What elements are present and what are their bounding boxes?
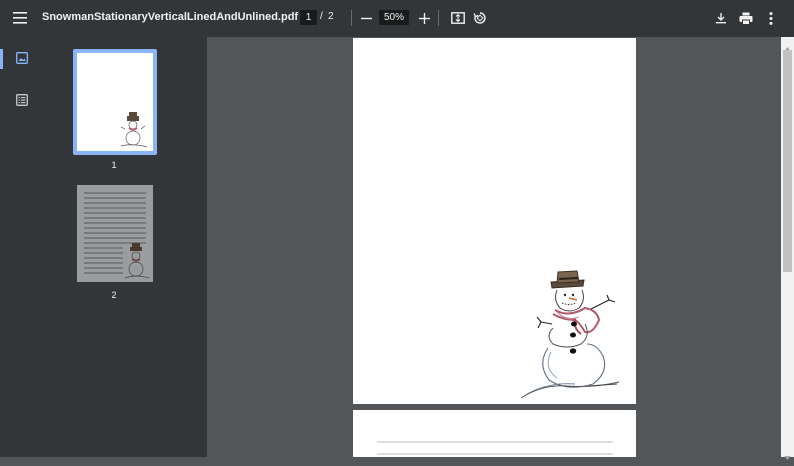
- file-name: SnowmanStationaryVerticalLinedAndUnlined…: [42, 11, 299, 23]
- thumbnails-icon[interactable]: [12, 48, 32, 68]
- scroll-up-arrow-icon[interactable]: [784, 39, 791, 51]
- page-separator: /: [320, 11, 323, 22]
- thumbnail-label-2: 2: [111, 290, 117, 300]
- download-icon[interactable]: [707, 4, 735, 32]
- hamburger-menu-icon[interactable]: [6, 4, 34, 32]
- rotate-icon[interactable]: [466, 4, 494, 32]
- rail-active-indicator: [0, 49, 3, 69]
- minus-icon[interactable]: [352, 4, 380, 32]
- page-thumbnail-2[interactable]: [77, 185, 153, 282]
- plus-icon[interactable]: [410, 4, 438, 32]
- outline-icon[interactable]: [12, 90, 32, 110]
- pdf-page-2: [353, 410, 636, 457]
- scroll-down-arrow-icon[interactable]: [784, 448, 791, 460]
- snowman-thumbnail-image: [120, 112, 148, 148]
- print-icon[interactable]: [732, 4, 760, 32]
- total-pages: 2: [328, 11, 334, 22]
- document-viewer[interactable]: [207, 37, 781, 457]
- thumbnail-label-1: 1: [111, 160, 117, 170]
- lined-page-preview: [377, 441, 613, 455]
- zoom-level-input[interactable]: [379, 10, 409, 25]
- toolbar-divider: [438, 10, 439, 26]
- snowman-illustration: [520, 270, 620, 399]
- pdf-toolbar: SnowmanStationaryVerticalLinedAndUnlined…: [0, 0, 794, 37]
- current-page-input[interactable]: [300, 10, 317, 25]
- page-thumbnail-1[interactable]: [73, 49, 157, 155]
- more-vert-icon[interactable]: [757, 4, 785, 32]
- lined-page-thumbnail-image: [84, 192, 150, 279]
- pdf-page-1: [353, 38, 636, 404]
- scrollbar-thumb[interactable]: [783, 50, 792, 272]
